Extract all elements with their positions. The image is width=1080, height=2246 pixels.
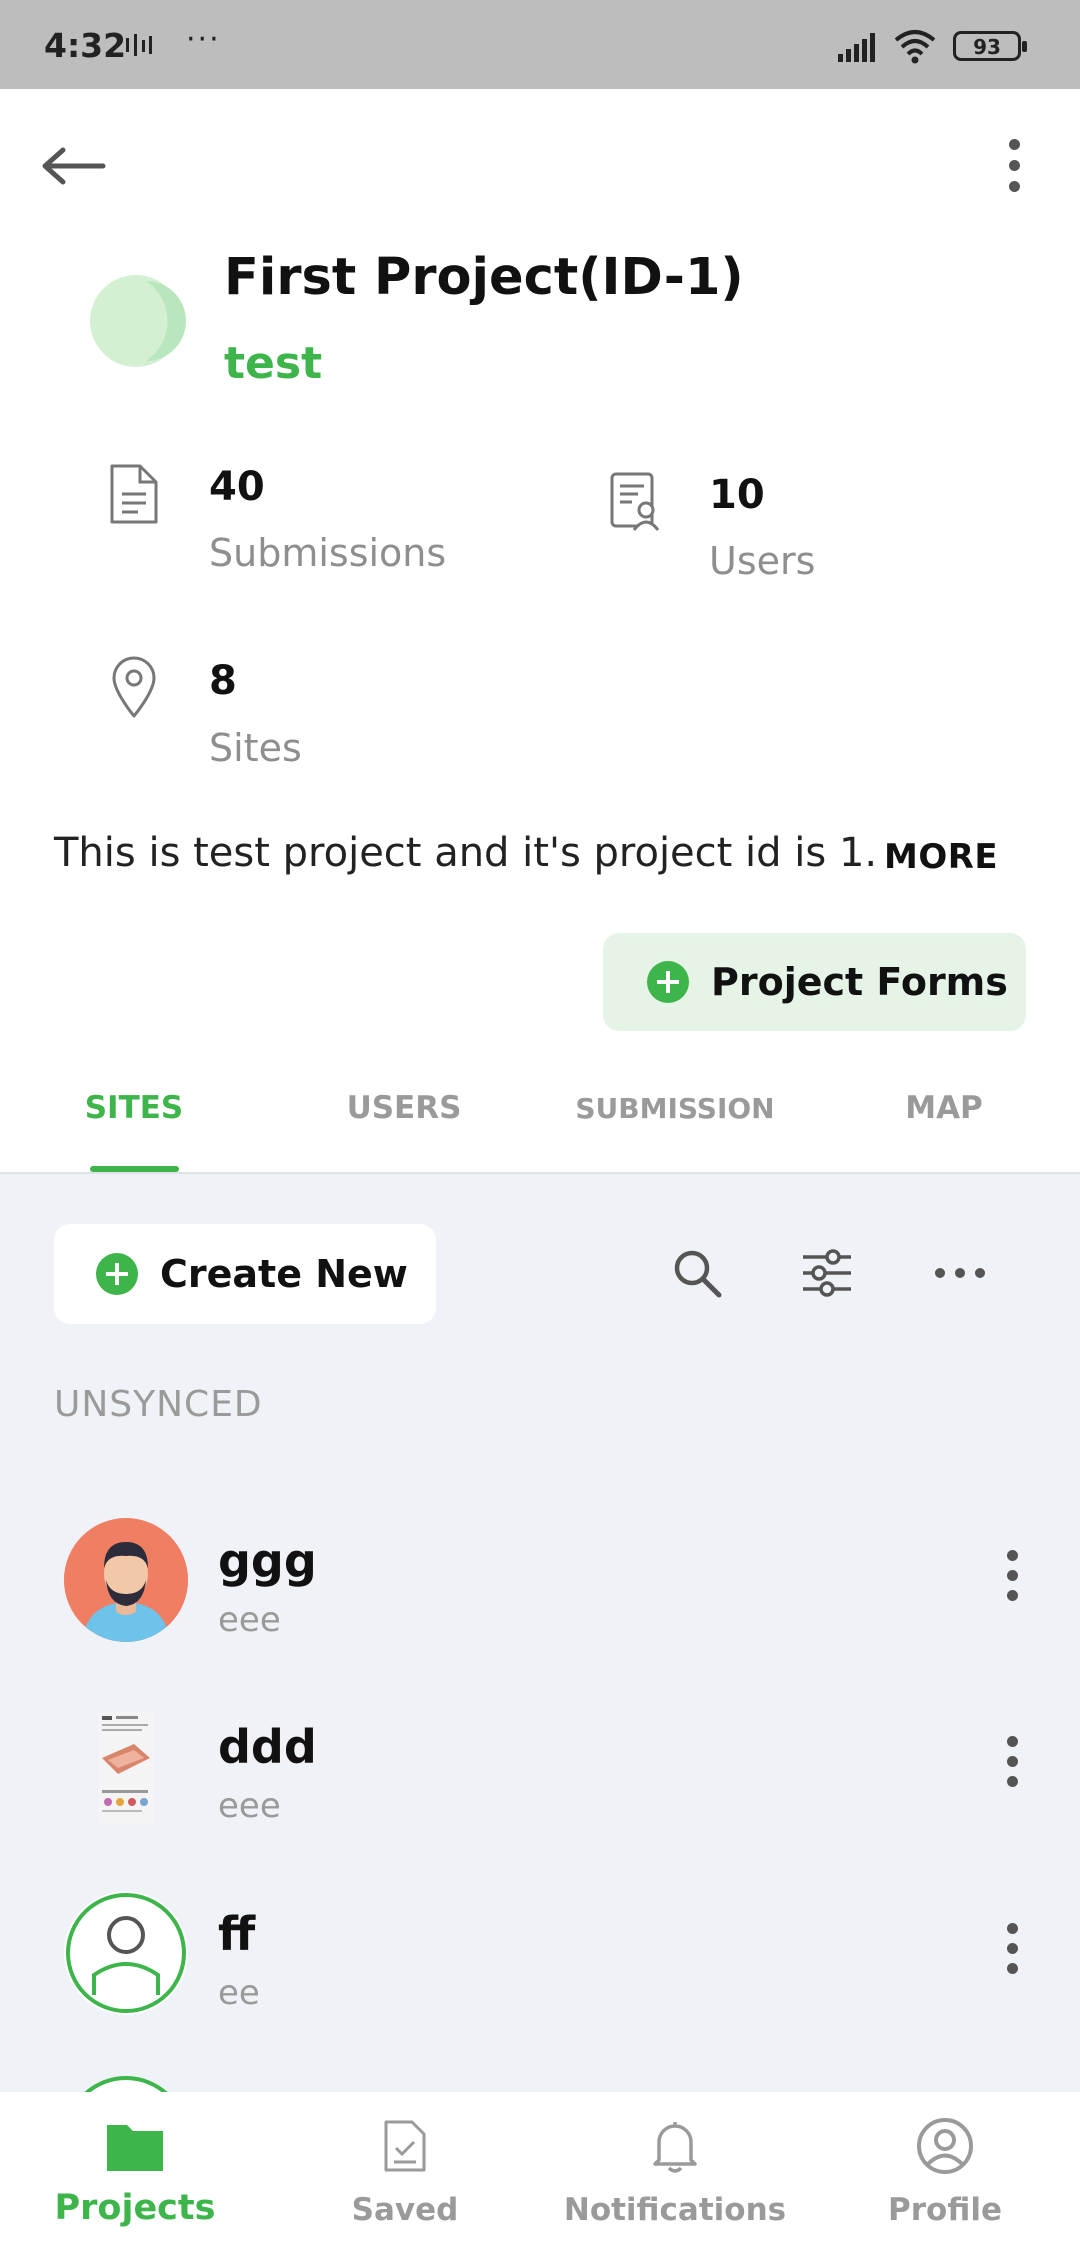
saved-document-icon (384, 2120, 426, 2172)
site-name: ff (218, 1907, 256, 1961)
filter-sliders-icon (803, 1249, 851, 1297)
signal-icon (838, 33, 875, 62)
add-circle-icon (647, 961, 689, 1003)
back-button[interactable] (34, 130, 114, 202)
man-avatar-icon (64, 1518, 188, 1642)
arrow-left-icon (42, 147, 106, 185)
stat-value: 10 (709, 472, 765, 518)
project-forms-button[interactable]: Project Forms (603, 933, 1026, 1031)
user-outline-icon (66, 1893, 186, 2013)
location-pin-icon (112, 656, 156, 718)
user-document-icon (610, 472, 660, 531)
stat-label: Users (709, 539, 816, 583)
active-tab-indicator (90, 1166, 179, 1172)
site-identifier: ee (218, 1973, 260, 2013)
avatar (64, 2076, 188, 2092)
project-forms-label: Project Forms (711, 960, 1008, 1004)
avatar (64, 1704, 188, 1828)
stat-label: Submissions (209, 531, 447, 575)
wifi-icon (894, 30, 936, 64)
filter-button[interactable] (792, 1238, 862, 1308)
status-bar: 4:32 ··· 93 (0, 0, 1080, 89)
site-menu-button[interactable] (992, 1540, 1032, 1610)
site-menu-button[interactable] (992, 1913, 1032, 1983)
site-name: ggg (218, 1534, 317, 1588)
bottom-navigation: Projects Saved Notifications Profile (0, 2092, 1080, 2246)
site-list-item[interactable]: ggg eee (0, 1498, 1080, 1678)
project-description: This is test project and it's project id… (54, 830, 878, 876)
site-list-item[interactable]: ff ee (0, 1871, 1080, 2051)
nav-label: Notifications (563, 2192, 787, 2228)
site-identifier: eee (218, 1786, 281, 1826)
network-activity-icon (126, 34, 152, 56)
stat-value: 40 (209, 464, 265, 510)
project-subtitle: test (224, 338, 323, 389)
tab-bar: SITES USERS SUBMISSION MAP (0, 1070, 1080, 1174)
more-options-button[interactable] (925, 1238, 995, 1308)
kebab-menu-icon (1006, 1922, 1018, 1934)
kebab-menu-icon (1006, 1735, 1018, 1747)
tab-map[interactable]: MAP (864, 1090, 1024, 1126)
tab-sites[interactable]: SITES (54, 1090, 214, 1126)
nav-label: Profile (888, 2192, 1002, 2228)
nav-projects[interactable]: Projects (0, 2092, 270, 2246)
site-name: ddd (218, 1720, 317, 1774)
kebab-menu-icon (1006, 1549, 1018, 1561)
project-title: First Project(ID-1) (224, 248, 744, 307)
avatar (64, 1891, 188, 2015)
stat-value: 8 (209, 658, 237, 704)
tab-submission[interactable]: SUBMISSION (560, 1092, 790, 1125)
more-link[interactable]: MORE (884, 837, 998, 877)
nav-profile[interactable]: Profile (810, 2092, 1080, 2246)
kebab-menu-icon (1008, 138, 1020, 150)
nav-notifications[interactable]: Notifications (540, 2092, 810, 2246)
more-horizontal-icon (935, 1268, 985, 1278)
status-time: 4:32 (44, 26, 127, 65)
add-circle-icon (96, 1253, 138, 1295)
folder-icon (107, 2125, 163, 2171)
stat-label: Sites (209, 726, 302, 770)
search-icon (674, 1250, 722, 1298)
section-heading-unsynced: UNSYNCED (54, 1384, 263, 1425)
status-more-dots: ··· (186, 22, 221, 57)
tab-users[interactable]: USERS (324, 1090, 484, 1126)
sites-panel: Create New UNSYNCED ggg eee ddd eee ff e… (0, 1174, 1080, 2092)
document-thumbnail-icon (98, 1712, 154, 1824)
site-list-item-partial (0, 2056, 1080, 2092)
project-logo (84, 247, 216, 395)
bell-icon (653, 2122, 697, 2173)
battery-level: 93 (973, 35, 1001, 59)
site-menu-button[interactable] (992, 1726, 1032, 1796)
nav-label: Projects (54, 2188, 216, 2228)
document-icon (110, 464, 158, 524)
nav-saved[interactable]: Saved (270, 2092, 540, 2246)
create-new-button[interactable]: Create New (54, 1224, 436, 1324)
site-list-item[interactable]: ddd eee (0, 1684, 1080, 1864)
create-new-label: Create New (160, 1252, 408, 1296)
avatar (64, 1518, 188, 1642)
battery-icon: 93 (953, 31, 1027, 61)
search-button[interactable] (662, 1238, 732, 1308)
project-menu-button[interactable] (990, 130, 1038, 200)
nav-label: Saved (351, 2192, 459, 2228)
profile-circle-icon (917, 2118, 973, 2174)
site-identifier: eee (218, 1600, 281, 1640)
